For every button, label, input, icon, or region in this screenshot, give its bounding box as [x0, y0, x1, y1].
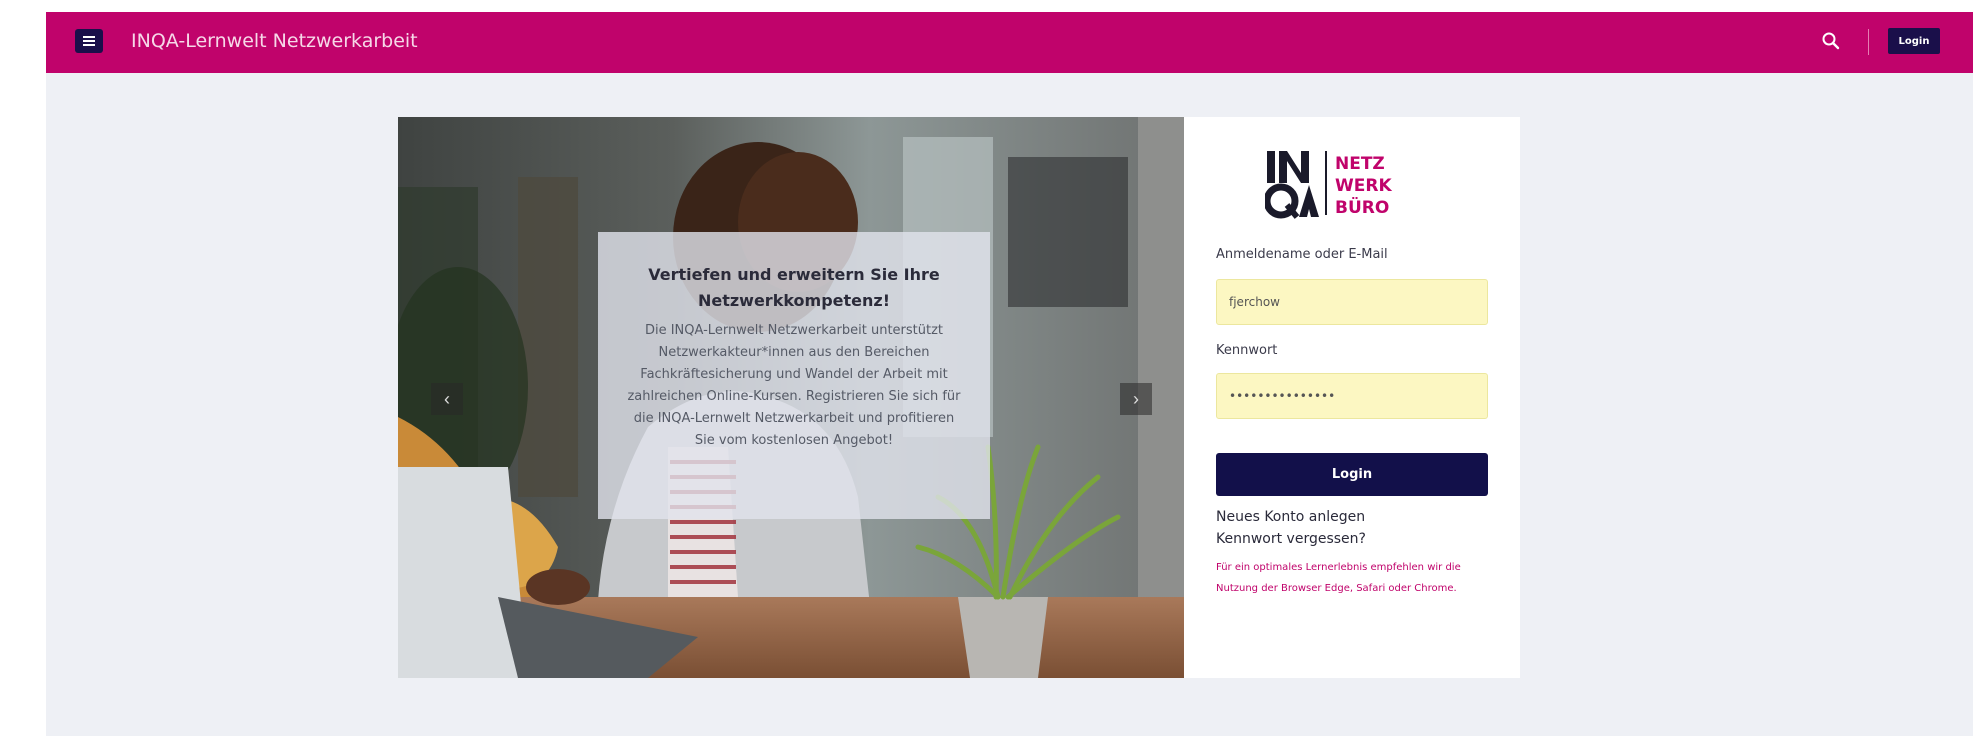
forgot-password-link[interactable]: Kennwort vergessen?	[1216, 531, 1366, 547]
search-icon[interactable]	[1821, 31, 1841, 51]
username-label: Anmeldename oder E-Mail	[1216, 247, 1388, 262]
username-input[interactable]	[1216, 279, 1488, 325]
top-navbar: INQA-Lernwelt Netzwerkarbeit Login	[46, 12, 1973, 73]
chevron-right-icon: ›	[1133, 388, 1139, 409]
password-label: Kennwort	[1216, 343, 1278, 358]
login-submit-button[interactable]: Login	[1216, 453, 1488, 496]
carousel-text: Die INQA-Lernwelt Netzwerkarbeit unterst…	[627, 323, 961, 448]
carousel-caption: Vertiefen und erweitern Sie Ihre Netzwer…	[598, 232, 990, 519]
site-title[interactable]: INQA-Lernwelt Netzwerkarbeit	[131, 30, 418, 52]
page: INQA-Lernwelt Netzwerkarbeit Login Verti…	[46, 12, 1973, 736]
logo-line-2: WERK	[1335, 176, 1392, 196]
menu-toggle-button[interactable]	[75, 29, 103, 53]
hamburger-icon	[83, 36, 95, 46]
inqa-netzwerkbuero-logo: NETZ WERK BÜRO	[1265, 151, 1392, 219]
chevron-left-icon: ‹	[444, 388, 450, 409]
carousel-heading: Vertiefen und erweitern Sie Ihre Netzwer…	[648, 265, 940, 310]
create-account-link[interactable]: Neues Konto anlegen	[1216, 509, 1365, 525]
logo-line-3: BÜRO	[1335, 196, 1389, 218]
login-panel: NETZ WERK BÜRO Anmeldename oder E-Mail K…	[1184, 117, 1520, 678]
navbar-login-button[interactable]: Login	[1888, 28, 1940, 54]
password-input[interactable]	[1216, 373, 1488, 419]
logo-line-1: NETZ	[1335, 154, 1385, 174]
browser-recommendation-note: Für ein optimales Lernerlebnis empfehlen…	[1216, 562, 1461, 594]
navbar-divider	[1868, 29, 1869, 55]
carousel-prev-button[interactable]: ‹	[431, 383, 463, 415]
hero-carousel: Vertiefen und erweitern Sie Ihre Netzwer…	[398, 117, 1184, 678]
carousel-next-button[interactable]: ›	[1120, 383, 1152, 415]
